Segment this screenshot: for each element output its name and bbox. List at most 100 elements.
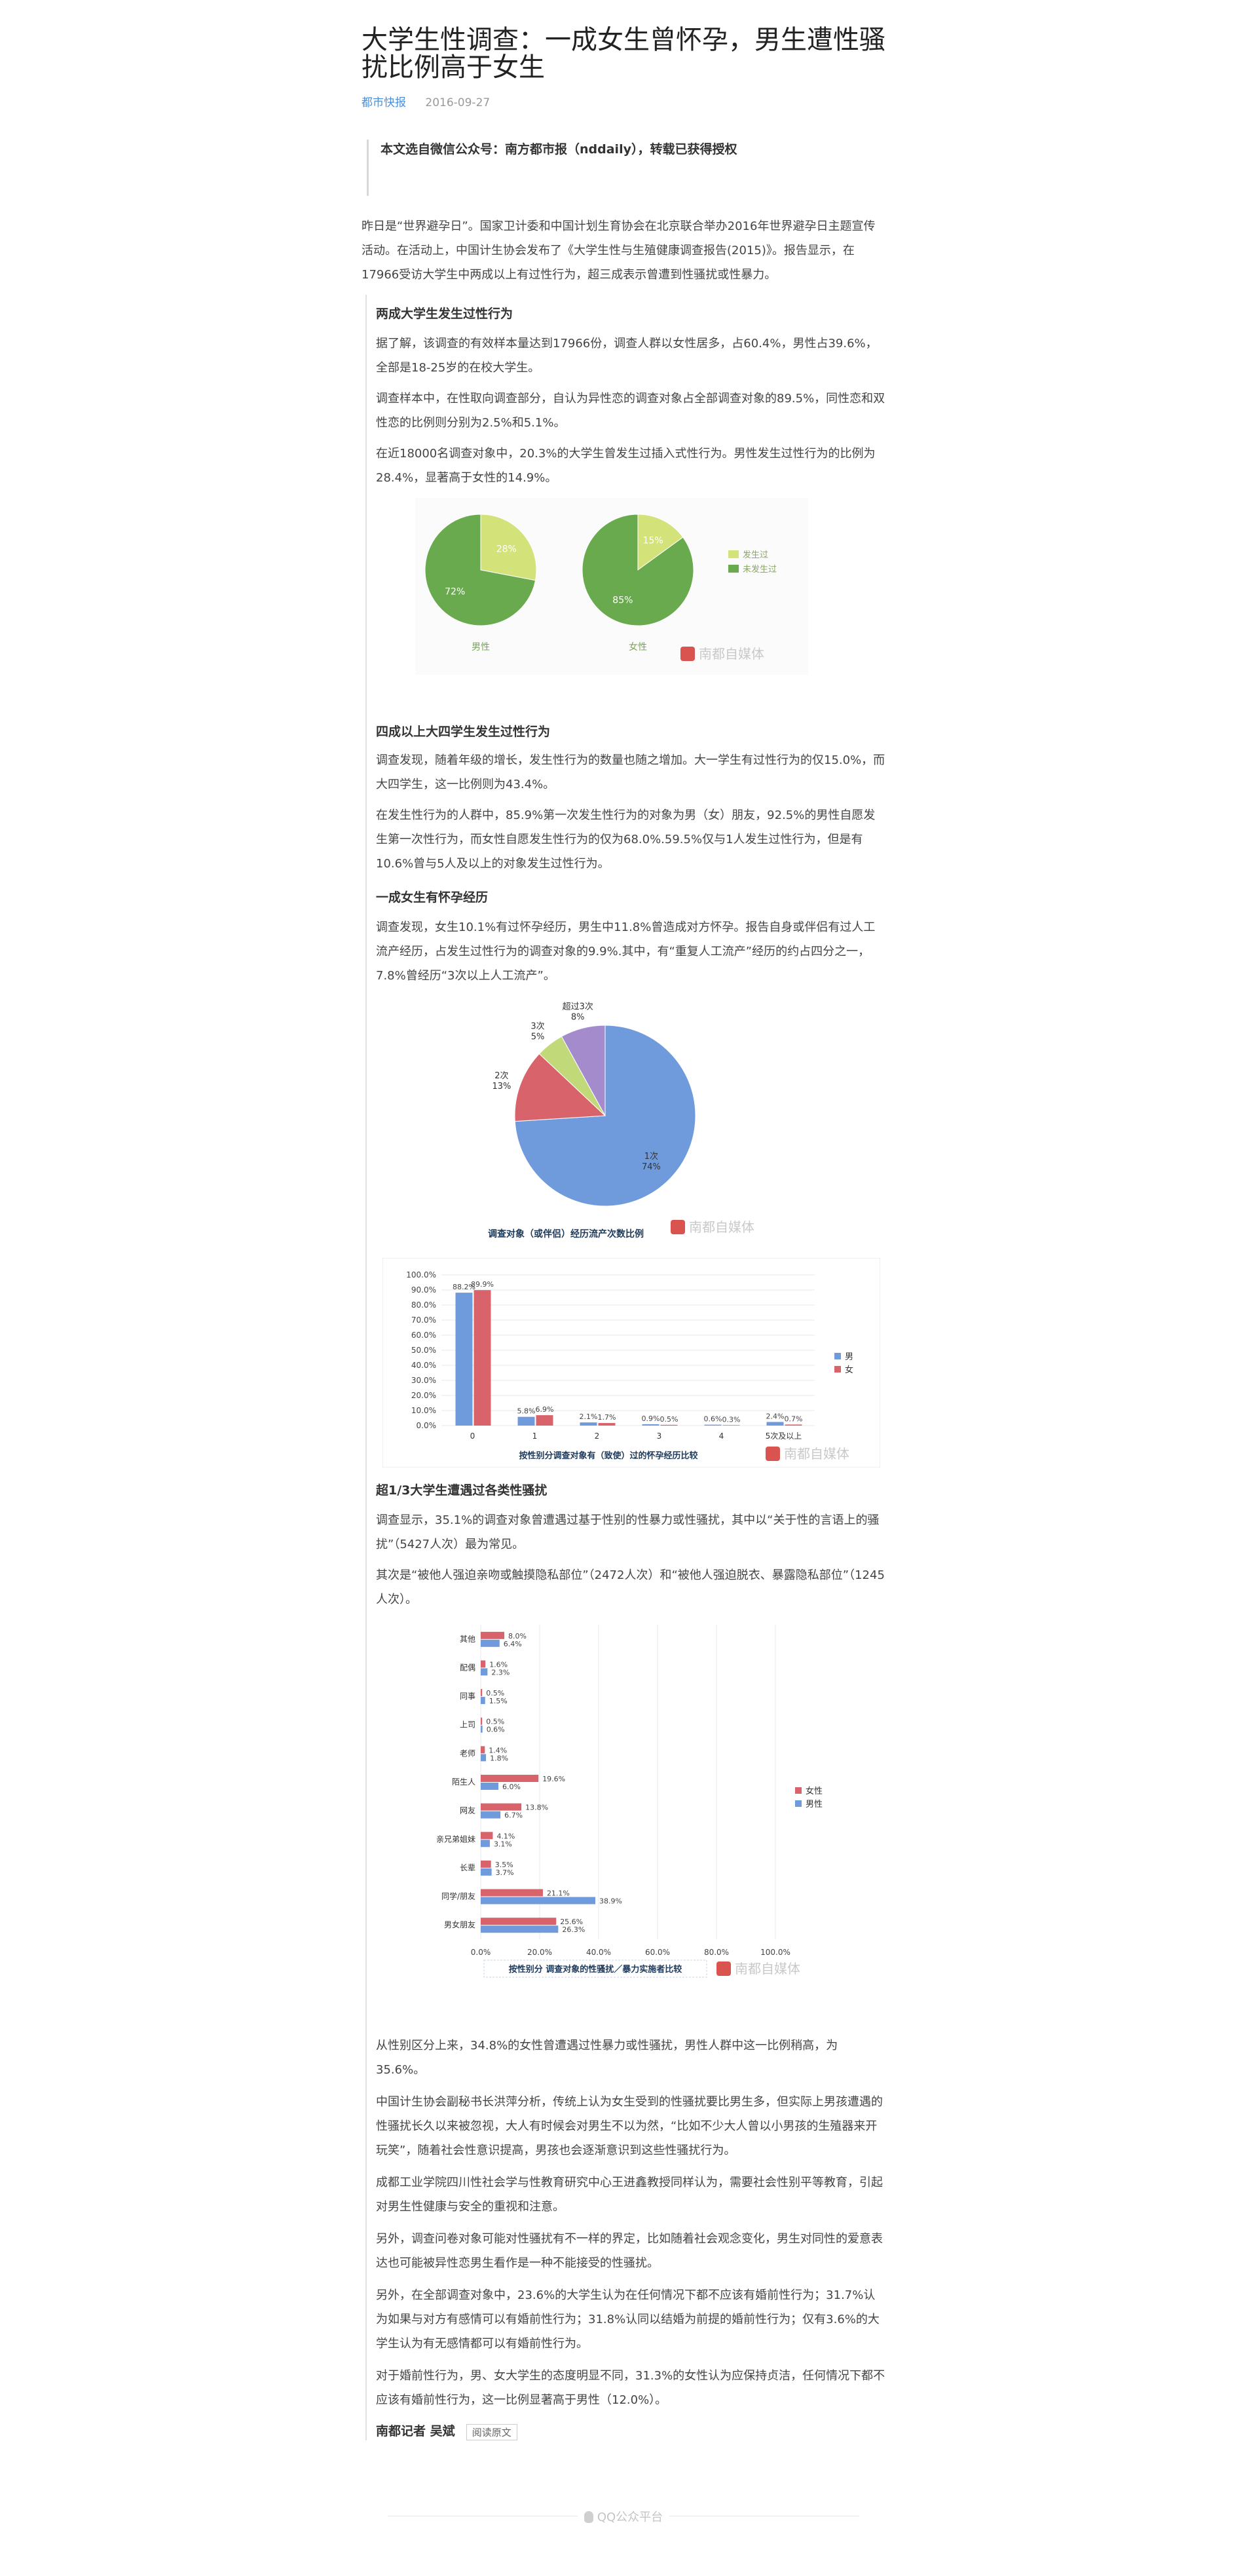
section-heading: 超1/3大学生遭遇过各类性骚扰 [376, 1483, 548, 1498]
y-tick-label: 40.0% [411, 1361, 436, 1370]
legend-label: 男 [845, 1352, 853, 1362]
x-tick-label: 5次及以上 [766, 1431, 802, 1441]
y-tick-label: 配偶 [460, 1663, 475, 1672]
bar [481, 1783, 498, 1790]
slice-value-label: 74% [642, 1162, 661, 1172]
paragraph: 调查样本中，在性取向调查部分，自认为异性恋的调查对象占全部调查对象的89.5%，… [376, 392, 885, 430]
bar [481, 1697, 485, 1705]
bar-value-label: 6.4% [504, 1640, 522, 1648]
slice-label: 72% [445, 587, 465, 597]
bar [481, 1717, 483, 1725]
watermark: 南都自媒体 [680, 646, 764, 662]
article-body: 两成大学生发生过性行为 据了解，该调查的有效样本量达到17966份，调查人群以女… [365, 295, 893, 2440]
bar-value-label: 0.9% [642, 1414, 660, 1423]
pie-chart-sexual-experience: 28% 72% 男性 15% 85% 女性 发生过未发生过南都自媒体 [415, 498, 808, 675]
bar-value-label: 1.7% [598, 1413, 616, 1422]
intro-paragraph: 昨日是“世界避孕日”。国家卫计委和中国计划生育协会在北京联合举办2016年世界避… [362, 219, 876, 282]
bar-value-label: 3.1% [494, 1840, 512, 1848]
publish-date: 2016-09-27 [425, 96, 491, 109]
x-tick-label: 4 [719, 1431, 724, 1441]
article-footer: 南都记者 吴斌 阅读原文 [376, 2421, 885, 2440]
pie-panel-label: 男性 [472, 642, 490, 653]
pie-panel-label: 女性 [629, 641, 647, 653]
bar [481, 1860, 491, 1868]
bar [580, 1422, 597, 1426]
watermark-logo-icon [680, 647, 695, 661]
y-tick-label: 亲兄弟姐妹 [436, 1834, 475, 1844]
bar [481, 1840, 490, 1847]
bar-value-label: 19.6% [542, 1775, 565, 1783]
slice-label: 85% [612, 595, 633, 605]
bar-value-label: 6.9% [536, 1405, 554, 1414]
bar-value-label: 5.8% [517, 1407, 536, 1416]
bar [481, 1639, 500, 1647]
paragraph: 中国计生协会副秘书长洪萍分析，传统上认为女生受到的性骚扰要比男生多，但实际上男孩… [376, 2095, 883, 2157]
slice-category-label: 3次 [530, 1021, 544, 1031]
y-tick-label: 80.0% [411, 1300, 436, 1310]
y-tick-label: 60.0% [411, 1331, 436, 1340]
hbar-chart-harassers-by-gender: 0.0% 20.0% 40.0% 60.0% 80.0% 100.0%其他 8.0%6.4%… [409, 1612, 893, 2018]
watermark-text: 南都自媒体 [689, 1219, 754, 1235]
bar [481, 1775, 539, 1782]
bar [481, 1868, 492, 1876]
slice-label: 28% [496, 544, 517, 554]
y-tick-label: 100.0% [406, 1270, 436, 1279]
y-tick-label: 陌生人 [452, 1777, 475, 1787]
slice-value-label: 8% [571, 1012, 585, 1022]
x-tick-label: 3 [657, 1431, 662, 1441]
x-tick-label: 100.0% [760, 1948, 790, 1957]
y-tick-label: 70.0% [411, 1316, 436, 1325]
bar [536, 1415, 553, 1426]
article-meta: 都市快报 2016-09-27 [362, 93, 885, 109]
legend-swatch [795, 1787, 802, 1794]
bar [481, 1689, 483, 1697]
slice-label: 15% [643, 536, 663, 546]
pie-chart-abortion-count: 1次74% 2次13% 3次5% 超过3次8% 调查对象（或伴侣）经历流产次数比例 南都自… [396, 994, 815, 1250]
x-tick-label: 0 [470, 1431, 475, 1441]
bar-value-label: 26.3% [562, 1925, 585, 1934]
bar [481, 1754, 487, 1762]
x-tick-label: 60.0% [645, 1948, 670, 1957]
legend-label: 女性 [806, 1786, 823, 1796]
bar [455, 1293, 473, 1426]
chart-title: 按性别分调查对象有（致使）过的怀孕经历比较 [519, 1450, 697, 1461]
bar [517, 1416, 535, 1426]
bar-value-label: 0.3% [722, 1415, 741, 1424]
bar-value-label: 1.5% [489, 1697, 508, 1705]
paragraph: 据了解，该调查的有效样本量达到17966份，调查人群以女性居多，占60.4%，男… [376, 337, 878, 375]
x-tick-label: 1 [532, 1431, 538, 1441]
penguin-icon [584, 2511, 593, 2523]
bar-value-label: 2.1% [580, 1412, 598, 1421]
bar [785, 1424, 802, 1426]
watermark-text: 南都自媒体 [699, 646, 764, 662]
legend-label: 女 [845, 1365, 853, 1375]
y-tick-label: 男女朋友 [444, 1920, 475, 1929]
paragraph: 调查显示，35.1%的调查对象曾遭遇过基于性别的性暴力或性骚扰，其中以“关于性的… [376, 1513, 880, 1551]
slice-category-label: 超过3次 [563, 1001, 593, 1012]
y-tick-label: 网友 [460, 1806, 475, 1815]
bar [481, 1897, 596, 1904]
x-tick-label: 2 [595, 1431, 600, 1441]
paragraph: 其次是“被他人强迫亲吻或触摸隐私部位”（2472人次）和“被他人强迫脱衣、暴露隐… [376, 1568, 885, 1606]
bar [766, 1422, 784, 1426]
y-tick-label: 同学/朋友 [441, 1891, 475, 1901]
section-heading: 四成以上大四学生发生过性行为 [376, 725, 551, 739]
legend-swatch [834, 1353, 841, 1359]
bar [481, 1925, 559, 1933]
source-link[interactable]: 都市快报 [362, 96, 406, 109]
bar [481, 1631, 504, 1639]
x-tick-label: 20.0% [527, 1948, 552, 1957]
read-original-button[interactable]: 阅读原文 [466, 2424, 517, 2440]
article-title: 大学生性调查：一成女生曾怀孕，男生遭性骚扰比例高于女生 [362, 25, 885, 83]
legend-swatch [795, 1800, 802, 1807]
paragraph: 另外，调查问卷对象可能对性骚扰有不一样的界定，比如随着社会观念变化，男生对同性的… [376, 2232, 883, 2270]
bar [481, 1660, 486, 1668]
x-tick-label: 40.0% [586, 1948, 611, 1957]
legend-swatch [834, 1366, 841, 1373]
bar-value-label: 38.9% [599, 1897, 622, 1906]
article: 大学生性调查：一成女生曾怀孕，男生遭性骚扰比例高于女生 都市快报 2016-09… [362, 0, 893, 2440]
y-tick-label: 10.0% [411, 1406, 436, 1415]
bar [481, 1746, 485, 1754]
paragraph: 调查发现，女生10.1%有过怀孕经历，男生中11.8%曾造成对方怀孕。报告自身或… [376, 920, 876, 983]
y-tick-label: 90.0% [411, 1285, 436, 1295]
